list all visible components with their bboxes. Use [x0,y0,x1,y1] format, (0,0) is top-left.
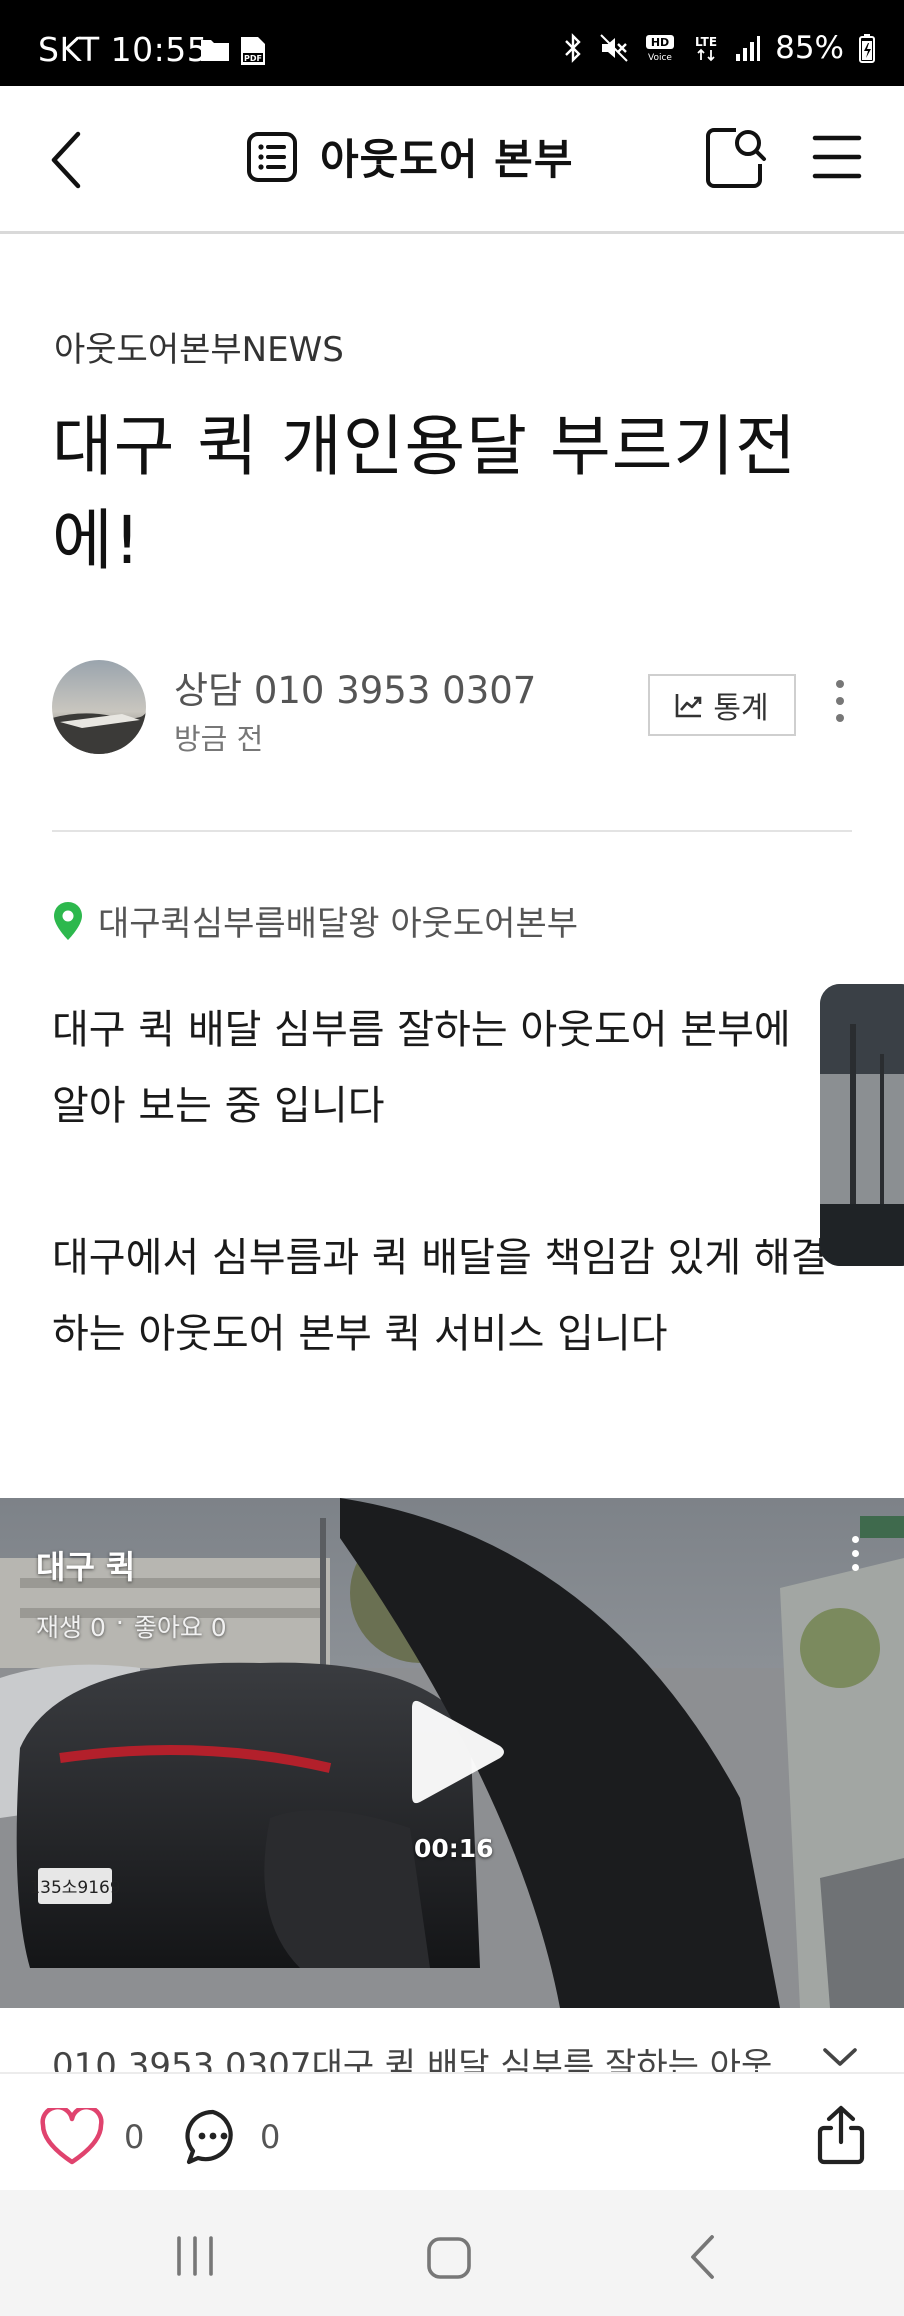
recents-icon [177,2236,213,2276]
video-more-icon-dot [852,1564,859,1571]
more-options-button[interactable] [836,680,844,722]
hd-voice-icon: HD Voice [643,33,677,63]
heart-icon [40,2108,104,2165]
stats-button[interactable]: 통계 [648,674,796,736]
recent-apps-button[interactable] [174,2236,216,2280]
page: SKT 10:55 PDF HD Voice LTE 85% 아웃도어 본부 아… [0,0,904,2316]
svg-text:HD: HD [651,36,669,49]
status-right: HD Voice LTE 85% [561,30,876,66]
video-duration: 00:16 [414,1834,494,1863]
comment-icon [185,2109,233,2165]
svg-text:Voice: Voice [648,53,672,63]
trend-chart-icon [676,694,702,718]
divider [52,830,852,832]
video-likes: 좋아요 0 [133,1613,227,1642]
expand-caption-button[interactable] [822,2046,858,2072]
video-more-icon-dot [852,1550,859,1557]
svg-text:LTE: LTE [695,35,717,49]
more-icon [836,680,844,688]
body-paragraph: 알아 보는 중 입니다 [52,1083,385,1129]
body-paragraph: 대구 퀵 배달 심부름 잘하는 아웃도어 본부에 [52,1007,791,1053]
chevron-down-icon [823,2048,857,2066]
video-player[interactable]: 135소9169 대구 퀵 재생 0 · 좋아요 0 00:16 [0,1498,904,2008]
home-icon [427,2237,471,2279]
search-icon [706,128,766,188]
like-count: 0 [124,2118,145,2156]
video-plays: 재생 0 [36,1613,106,1642]
mute-icon [599,33,629,63]
status-left-icons: PDF [200,36,266,70]
home-button[interactable] [426,2236,472,2284]
back-icon [51,131,81,189]
svg-text:135소9169: 135소9169 [29,1878,120,1898]
stats-label: 통계 [713,691,769,726]
video-meta-separator: · [115,1608,124,1637]
comment-count: 0 [260,2118,281,2156]
blog-title-button[interactable]: 아웃도어 본부 [246,126,573,187]
more-icon-dot [836,697,844,705]
video-more-icon [852,1536,859,1543]
blog-title: 아웃도어 본부 [320,135,574,184]
location-label: 대구퀵심부름배달왕 아웃도어본부 [98,904,579,944]
battery-label: 85% [775,30,844,66]
location-link[interactable]: 대구퀵심부름배달왕 아웃도어본부 [52,896,578,945]
like-button[interactable]: 0 [40,2108,144,2166]
signal-icon [735,34,761,62]
video-meta: 재생 0 · 좋아요 0 [36,1608,227,1644]
status-bar: SKT 10:55 PDF HD Voice LTE 85% [0,0,904,86]
menu-icon [812,135,862,179]
video-more-button[interactable] [852,1536,859,1571]
play-icon [412,1700,504,1804]
back-button[interactable] [46,128,86,196]
author-avatar[interactable] [52,660,146,754]
play-button[interactable] [404,1692,508,1816]
battery-icon [858,33,876,63]
post-time: 방금 전 [174,722,264,756]
pdf-icon: PDF [240,36,266,70]
author-name[interactable]: 상담 010 3953 0307 [174,660,536,714]
body-paragraph: 하는 아웃도어 본부 퀵 서비스 입니다 [52,1311,668,1357]
lte-icon: LTE [691,33,721,63]
svg-text:PDF: PDF [244,54,262,63]
comment-button[interactable]: 0 [184,2108,280,2166]
search-button[interactable] [704,126,768,192]
app-header: 아웃도어 본부 [0,86,904,234]
system-back-button[interactable] [688,2234,716,2284]
post-category[interactable]: 아웃도어본부NEWS [54,322,344,371]
location-pin-icon [54,901,82,940]
post-body: 대구 퀵 배달 심부름 잘하는 아웃도어 본부에 알아 보는 중 입니다 대구에… [52,992,852,1372]
post-title-line-2: 에! [52,502,142,579]
bluetooth-icon [561,33,585,63]
post-title-line-1: 대구 퀵 개인용달 부르기전 [52,408,797,485]
video-title: 대구 퀵 [36,1548,136,1586]
folder-icon [200,36,230,70]
menu-button[interactable] [812,134,862,184]
share-button[interactable] [816,2104,866,2170]
post-action-bar: 0 0 [0,2072,904,2190]
system-back-icon [691,2235,714,2279]
post-title: 대구 퀵 개인용달 부르기전 에! [52,400,852,588]
floating-video-thumbnail[interactable] [820,984,904,1266]
body-blank-line [52,1144,852,1220]
body-paragraph: 대구에서 심부름과 퀵 배달을 책임감 있게 해결 [52,1235,828,1281]
list-icon [247,131,297,182]
system-nav-bar [0,2190,904,2316]
more-icon-dot [836,714,844,722]
share-icon [817,2105,865,2165]
status-time: SKT 10:55 [38,30,209,69]
